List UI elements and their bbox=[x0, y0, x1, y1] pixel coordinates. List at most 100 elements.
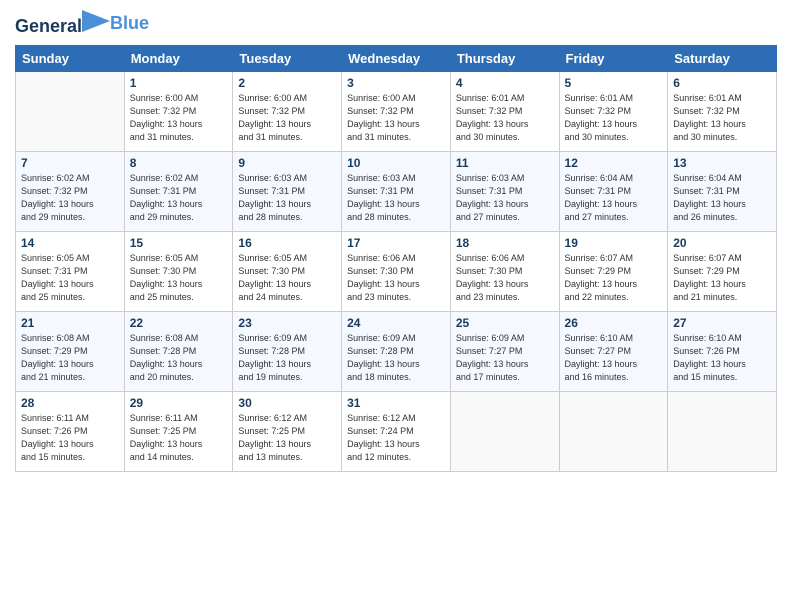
weekday-saturday: Saturday bbox=[668, 45, 777, 71]
day-cell: 25 Sunrise: 6:09 AM Sunset: 7:27 PM Dayli… bbox=[450, 311, 559, 391]
day-cell: 15 Sunrise: 6:05 AM Sunset: 7:30 PM Dayli… bbox=[124, 231, 233, 311]
weekday-sunday: Sunday bbox=[16, 45, 125, 71]
calendar-body: 1 Sunrise: 6:00 AM Sunset: 7:32 PM Daylig… bbox=[16, 71, 777, 471]
day-cell: 17 Sunrise: 6:06 AM Sunset: 7:30 PM Dayli… bbox=[342, 231, 451, 311]
day-cell: 16Sunrise: 6:05 AM Sunset: 7:30 PM Dayli… bbox=[233, 231, 342, 311]
day-number: 5 bbox=[565, 76, 663, 90]
day-cell bbox=[559, 391, 668, 471]
week-row-5: 28 Sunrise: 6:11 AM Sunset: 7:26 PM Dayli… bbox=[16, 391, 777, 471]
day-info: Sunrise: 6:07 AM Sunset: 7:29 PM Dayligh… bbox=[673, 252, 771, 304]
day-info: Sunrise: 6:07 AM Sunset: 7:29 PM Dayligh… bbox=[565, 252, 663, 304]
day-info: Sunrise: 6:05 AM Sunset: 7:31 PM Dayligh… bbox=[21, 252, 119, 304]
day-info: Sunrise: 6:01 AM Sunset: 7:32 PM Dayligh… bbox=[673, 92, 771, 144]
day-number: 27 bbox=[673, 316, 771, 330]
weekday-header-row: SundayMondayTuesdayWednesdayThursdayFrid… bbox=[16, 45, 777, 71]
logo-arrow-icon bbox=[82, 10, 110, 32]
weekday-tuesday: Tuesday bbox=[233, 45, 342, 71]
day-info: Sunrise: 6:00 AM Sunset: 7:32 PM Dayligh… bbox=[347, 92, 445, 144]
day-cell: 1 Sunrise: 6:00 AM Sunset: 7:32 PM Daylig… bbox=[124, 71, 233, 151]
day-cell: 20 Sunrise: 6:07 AM Sunset: 7:29 PM Dayli… bbox=[668, 231, 777, 311]
day-number: 30 bbox=[238, 396, 336, 410]
week-row-1: 1 Sunrise: 6:00 AM Sunset: 7:32 PM Daylig… bbox=[16, 71, 777, 151]
day-info: Sunrise: 6:11 AM Sunset: 7:25 PM Dayligh… bbox=[130, 412, 228, 464]
day-number: 15 bbox=[130, 236, 228, 250]
day-number: 20 bbox=[673, 236, 771, 250]
calendar: SundayMondayTuesdayWednesdayThursdayFrid… bbox=[15, 45, 777, 472]
day-info: Sunrise: 6:06 AM Sunset: 7:30 PM Dayligh… bbox=[347, 252, 445, 304]
day-number: 22 bbox=[130, 316, 228, 330]
day-info: Sunrise: 6:11 AM Sunset: 7:26 PM Dayligh… bbox=[21, 412, 119, 464]
day-cell: 6 Sunrise: 6:01 AM Sunset: 7:32 PM Daylig… bbox=[668, 71, 777, 151]
day-info: Sunrise: 6:09 AM Sunset: 7:28 PM Dayligh… bbox=[347, 332, 445, 384]
week-row-4: 21Sunrise: 6:08 AM Sunset: 7:29 PM Dayli… bbox=[16, 311, 777, 391]
day-cell bbox=[668, 391, 777, 471]
weekday-monday: Monday bbox=[124, 45, 233, 71]
day-number: 21 bbox=[21, 316, 119, 330]
weekday-thursday: Thursday bbox=[450, 45, 559, 71]
day-cell bbox=[450, 391, 559, 471]
day-number: 14 bbox=[21, 236, 119, 250]
day-info: Sunrise: 6:05 AM Sunset: 7:30 PM Dayligh… bbox=[130, 252, 228, 304]
day-cell: 10 Sunrise: 6:03 AM Sunset: 7:31 PM Dayli… bbox=[342, 151, 451, 231]
day-info: Sunrise: 6:09 AM Sunset: 7:28 PM Dayligh… bbox=[238, 332, 336, 384]
day-cell: 3Sunrise: 6:00 AM Sunset: 7:32 PM Daylig… bbox=[342, 71, 451, 151]
day-number: 24 bbox=[347, 316, 445, 330]
day-number: 6 bbox=[673, 76, 771, 90]
day-info: Sunrise: 6:02 AM Sunset: 7:32 PM Dayligh… bbox=[21, 172, 119, 224]
day-info: Sunrise: 6:09 AM Sunset: 7:27 PM Dayligh… bbox=[456, 332, 554, 384]
day-cell: 29Sunrise: 6:11 AM Sunset: 7:25 PM Dayli… bbox=[124, 391, 233, 471]
day-number: 23 bbox=[238, 316, 336, 330]
day-number: 13 bbox=[673, 156, 771, 170]
day-cell: 26 Sunrise: 6:10 AM Sunset: 7:27 PM Dayli… bbox=[559, 311, 668, 391]
day-number: 1 bbox=[130, 76, 228, 90]
day-info: Sunrise: 6:04 AM Sunset: 7:31 PM Dayligh… bbox=[673, 172, 771, 224]
day-number: 8 bbox=[130, 156, 228, 170]
day-info: Sunrise: 6:03 AM Sunset: 7:31 PM Dayligh… bbox=[238, 172, 336, 224]
day-info: Sunrise: 6:03 AM Sunset: 7:31 PM Dayligh… bbox=[456, 172, 554, 224]
week-row-3: 14 Sunrise: 6:05 AM Sunset: 7:31 PM Dayli… bbox=[16, 231, 777, 311]
day-info: Sunrise: 6:00 AM Sunset: 7:32 PM Dayligh… bbox=[130, 92, 228, 144]
day-number: 11 bbox=[456, 156, 554, 170]
day-number: 4 bbox=[456, 76, 554, 90]
day-cell: 13 Sunrise: 6:04 AM Sunset: 7:31 PM Dayli… bbox=[668, 151, 777, 231]
day-number: 17 bbox=[347, 236, 445, 250]
day-cell: 2Sunrise: 6:00 AM Sunset: 7:32 PM Daylig… bbox=[233, 71, 342, 151]
day-cell: 7 Sunrise: 6:02 AM Sunset: 7:32 PM Daylig… bbox=[16, 151, 125, 231]
day-cell: 14 Sunrise: 6:05 AM Sunset: 7:31 PM Dayli… bbox=[16, 231, 125, 311]
day-info: Sunrise: 6:12 AM Sunset: 7:24 PM Dayligh… bbox=[347, 412, 445, 464]
day-number: 26 bbox=[565, 316, 663, 330]
day-info: Sunrise: 6:03 AM Sunset: 7:31 PM Dayligh… bbox=[347, 172, 445, 224]
day-info: Sunrise: 6:01 AM Sunset: 7:32 PM Dayligh… bbox=[456, 92, 554, 144]
day-number: 25 bbox=[456, 316, 554, 330]
day-cell: 31 Sunrise: 6:12 AM Sunset: 7:24 PM Dayli… bbox=[342, 391, 451, 471]
weekday-wednesday: Wednesday bbox=[342, 45, 451, 71]
day-number: 18 bbox=[456, 236, 554, 250]
day-cell: 4 Sunrise: 6:01 AM Sunset: 7:32 PM Daylig… bbox=[450, 71, 559, 151]
day-info: Sunrise: 6:05 AM Sunset: 7:30 PM Dayligh… bbox=[238, 252, 336, 304]
day-info: Sunrise: 6:12 AM Sunset: 7:25 PM Dayligh… bbox=[238, 412, 336, 464]
day-cell: 21Sunrise: 6:08 AM Sunset: 7:29 PM Dayli… bbox=[16, 311, 125, 391]
day-number: 31 bbox=[347, 396, 445, 410]
day-cell: 18Sunrise: 6:06 AM Sunset: 7:30 PM Dayli… bbox=[450, 231, 559, 311]
day-cell: 30 Sunrise: 6:12 AM Sunset: 7:25 PM Dayli… bbox=[233, 391, 342, 471]
day-cell: 23 Sunrise: 6:09 AM Sunset: 7:28 PM Dayli… bbox=[233, 311, 342, 391]
day-info: Sunrise: 6:02 AM Sunset: 7:31 PM Dayligh… bbox=[130, 172, 228, 224]
day-cell: 12 Sunrise: 6:04 AM Sunset: 7:31 PM Dayli… bbox=[559, 151, 668, 231]
day-info: Sunrise: 6:01 AM Sunset: 7:32 PM Dayligh… bbox=[565, 92, 663, 144]
day-number: 7 bbox=[21, 156, 119, 170]
day-info: Sunrise: 6:04 AM Sunset: 7:31 PM Dayligh… bbox=[565, 172, 663, 224]
day-cell: 19Sunrise: 6:07 AM Sunset: 7:29 PM Dayli… bbox=[559, 231, 668, 311]
day-cell bbox=[16, 71, 125, 151]
day-cell: 9 Sunrise: 6:03 AM Sunset: 7:31 PM Daylig… bbox=[233, 151, 342, 231]
day-cell: 24 Sunrise: 6:09 AM Sunset: 7:28 PM Dayli… bbox=[342, 311, 451, 391]
header: General Blue bbox=[15, 10, 777, 37]
weekday-friday: Friday bbox=[559, 45, 668, 71]
day-number: 9 bbox=[238, 156, 336, 170]
day-number: 10 bbox=[347, 156, 445, 170]
day-cell: 5 Sunrise: 6:01 AM Sunset: 7:32 PM Daylig… bbox=[559, 71, 668, 151]
day-number: 28 bbox=[21, 396, 119, 410]
day-cell: 8 Sunrise: 6:02 AM Sunset: 7:31 PM Daylig… bbox=[124, 151, 233, 231]
logo-text: General bbox=[15, 10, 110, 37]
day-number: 12 bbox=[565, 156, 663, 170]
day-info: Sunrise: 6:10 AM Sunset: 7:27 PM Dayligh… bbox=[565, 332, 663, 384]
